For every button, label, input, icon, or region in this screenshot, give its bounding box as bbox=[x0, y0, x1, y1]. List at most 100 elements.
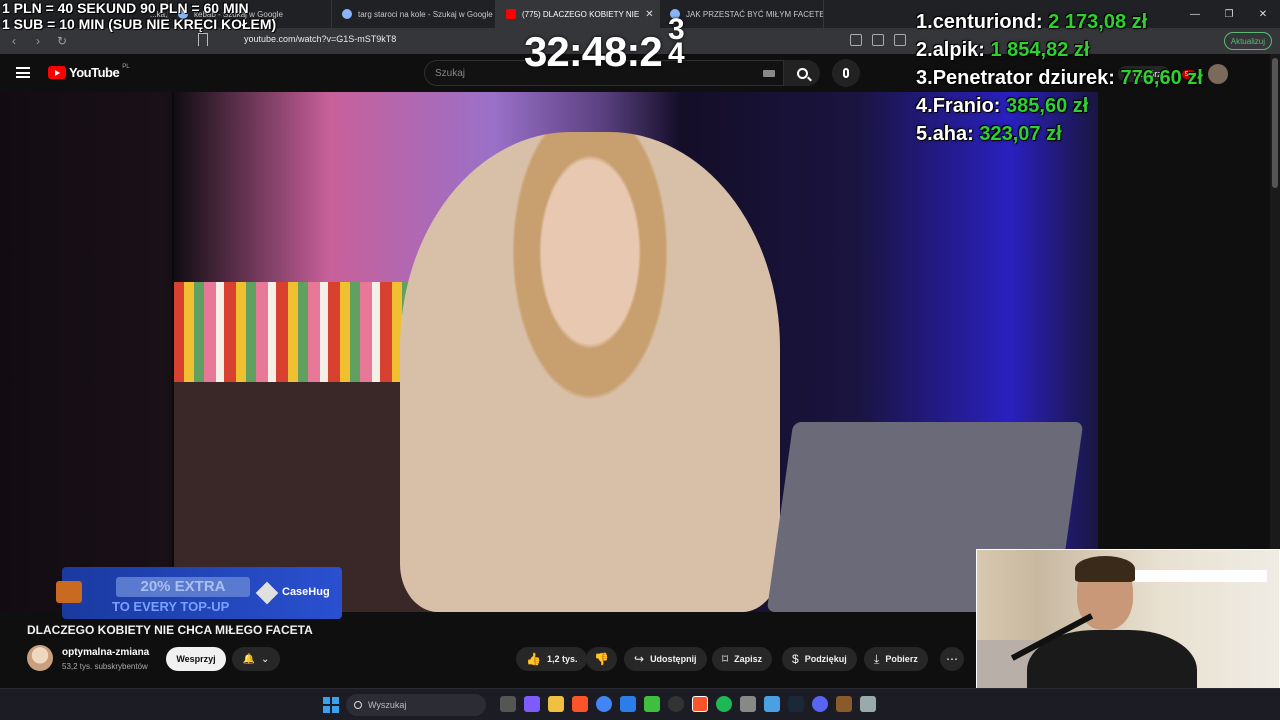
support-button[interactable]: Wesprzyj bbox=[166, 647, 226, 671]
brave-active-icon[interactable] bbox=[692, 696, 708, 712]
search-placeholder: Szukaj bbox=[435, 68, 466, 79]
youtube-play-icon bbox=[48, 66, 66, 79]
channel-name[interactable]: optymalna-zmiana bbox=[62, 647, 149, 658]
leaderboard-row: 1.centuriond: 2 173,08 zł bbox=[916, 11, 1148, 33]
dislike-button[interactable]: 👎 bbox=[586, 647, 617, 671]
search-button[interactable] bbox=[784, 60, 820, 86]
google-favicon-icon bbox=[342, 9, 352, 19]
donation-leaderboard: 1.centuriond: 2 173,08 zł 2.alpik: 1 854… bbox=[916, 8, 1203, 148]
task-view-icon[interactable] bbox=[500, 696, 516, 712]
like-button[interactable]: 👍 1,2 tys. bbox=[516, 647, 588, 671]
browser-tab[interactable]: targ staroci na kole - Szukaj w Google bbox=[332, 0, 496, 28]
taskbar-search[interactable]: Wyszukaj bbox=[346, 694, 486, 716]
webcam-hair bbox=[1075, 556, 1135, 582]
download-button[interactable]: ⤓ Pobierz bbox=[864, 647, 928, 671]
leaderboard-row: 5.aha: 323,07 zł bbox=[916, 123, 1062, 145]
windows-start-icon[interactable] bbox=[323, 697, 339, 713]
more-actions-button[interactable]: ⋯ bbox=[940, 647, 964, 671]
share-arrow-icon: ↪ bbox=[634, 652, 645, 666]
youtube-favicon-icon bbox=[506, 9, 516, 19]
chrome-icon[interactable] bbox=[596, 696, 612, 712]
spotify-icon[interactable] bbox=[716, 696, 732, 712]
casehug-logo-icon bbox=[255, 581, 279, 605]
video-title: DLACZEGO KOBIETY NIE CHCA MIŁEGO FACETA bbox=[27, 623, 313, 637]
share-label: Udostępnij bbox=[650, 654, 697, 664]
taskbar-apps bbox=[500, 696, 876, 712]
leaderboard-row: 3.Penetrator dziurek: 776,60 zł bbox=[916, 67, 1203, 89]
video-frame-edge bbox=[172, 92, 612, 612]
bookmark-icon: ⌑ bbox=[722, 652, 729, 666]
steam-icon[interactable] bbox=[788, 696, 804, 712]
casehug-ad-banner[interactable]: 20% EXTRA TO EVERY TOP-UP CaseHug bbox=[56, 567, 342, 619]
microphone-icon bbox=[843, 68, 849, 78]
search-icon bbox=[796, 67, 808, 79]
subathon-timer: 32:48:2 bbox=[524, 28, 663, 75]
thanks-button[interactable]: $ Podziękuj bbox=[782, 647, 857, 671]
video-player[interactable] bbox=[0, 92, 1098, 612]
bell-icon: 🔔 bbox=[242, 653, 256, 665]
game-app-icon[interactable] bbox=[836, 696, 852, 712]
stream-rules-overlay: 1 PLN = 40 SEKUND 90 PLN = 60 MIN 1 SUB … bbox=[2, 0, 276, 32]
youtube-logo[interactable]: YouTube PL bbox=[48, 64, 130, 80]
cast-icon[interactable] bbox=[850, 34, 862, 46]
account-avatar[interactable] bbox=[1207, 64, 1228, 84]
scrollbar-thumb[interactable] bbox=[1272, 58, 1278, 188]
youtube-logo-text: YouTube bbox=[69, 65, 120, 80]
maximize-icon[interactable]: ❐ bbox=[1212, 0, 1246, 28]
brave-icon[interactable] bbox=[572, 696, 588, 712]
url-field[interactable]: youtube.com/watch?v=G1S-mST9kT8 bbox=[244, 34, 396, 44]
ad-headline: 20% EXTRA bbox=[116, 577, 250, 597]
screen: ...ka, Warszaw kebab - Szukaj w Google t… bbox=[0, 0, 1280, 720]
close-window-icon[interactable]: ✕ bbox=[1246, 0, 1280, 28]
back-icon[interactable]: ‹ bbox=[4, 31, 24, 51]
more-dots-icon: ⋯ bbox=[946, 652, 958, 666]
share-icon[interactable] bbox=[872, 34, 884, 46]
ad-brand: CaseHug bbox=[282, 586, 330, 598]
game-icon[interactable] bbox=[644, 696, 660, 712]
webcam-shelf bbox=[1127, 570, 1267, 582]
rules-line: 1 PLN = 40 SEKUND 90 PLN = 60 MIN bbox=[2, 0, 249, 16]
reload-icon[interactable]: ↻ bbox=[52, 31, 72, 51]
extension-icons bbox=[850, 34, 906, 46]
channel-avatar[interactable] bbox=[27, 645, 53, 671]
thumbs-down-icon: 👎 bbox=[594, 652, 609, 666]
menu-icon[interactable] bbox=[16, 67, 30, 78]
keyboard-icon[interactable] bbox=[763, 70, 775, 77]
ad-subline: TO EVERY TOP-UP bbox=[112, 599, 230, 614]
notepad-icon[interactable] bbox=[764, 696, 780, 712]
copilot-icon[interactable] bbox=[524, 696, 540, 712]
tab-title: (775) DLACZEGO KOBIETY NIE bbox=[522, 9, 640, 19]
file-explorer-icon[interactable] bbox=[548, 696, 564, 712]
calculator-icon[interactable] bbox=[740, 696, 756, 712]
download-icon: ⤓ bbox=[874, 651, 880, 666]
rules-line: 1 SUB = 10 MIN (SUB NIE KRĘCI KOŁEM) bbox=[2, 16, 277, 32]
forward-icon[interactable]: › bbox=[28, 31, 48, 51]
store-icon[interactable] bbox=[620, 696, 636, 712]
timer-digit-bottom: 4 bbox=[668, 37, 685, 70]
update-button[interactable]: Aktualizuj bbox=[1223, 32, 1272, 50]
thumbs-up-icon: 👍 bbox=[526, 652, 541, 666]
notification-bell-button[interactable]: 🔔 ⌄ bbox=[232, 647, 280, 671]
close-tab-icon[interactable]: ✕ bbox=[645, 9, 653, 20]
save-button[interactable]: ⌑ Zapisz bbox=[712, 647, 773, 671]
leaderboard-row: 4.Franio: 385,60 zł bbox=[916, 95, 1089, 117]
obs-icon[interactable] bbox=[668, 696, 684, 712]
timer-rolling-digits: 3 4 bbox=[668, 15, 685, 70]
download-label: Pobierz bbox=[885, 654, 918, 664]
brave-shield-icon[interactable] bbox=[894, 34, 906, 46]
share-button[interactable]: ↪ Udostępnij bbox=[624, 647, 707, 671]
treasure-chest-icon bbox=[56, 581, 82, 603]
discord-icon[interactable] bbox=[812, 696, 828, 712]
dollar-heart-icon: $ bbox=[792, 652, 799, 666]
windows-taskbar: Wyszukaj bbox=[0, 688, 1280, 720]
browser-tab-active[interactable]: (775) DLACZEGO KOBIETY NIE ✕ bbox=[496, 0, 660, 28]
leaderboard-row: 2.alpik: 1 854,82 zł bbox=[916, 39, 1090, 61]
taskbar-search-placeholder: Wyszukaj bbox=[368, 700, 407, 710]
search-icon bbox=[354, 701, 362, 709]
save-label: Zapisz bbox=[734, 654, 763, 664]
thanks-label: Podziękuj bbox=[804, 654, 847, 664]
voice-search-button[interactable] bbox=[832, 59, 860, 87]
bookmark-icon[interactable] bbox=[198, 33, 208, 46]
settings-icon[interactable] bbox=[860, 696, 876, 712]
like-count: 1,2 tys. bbox=[546, 654, 578, 664]
